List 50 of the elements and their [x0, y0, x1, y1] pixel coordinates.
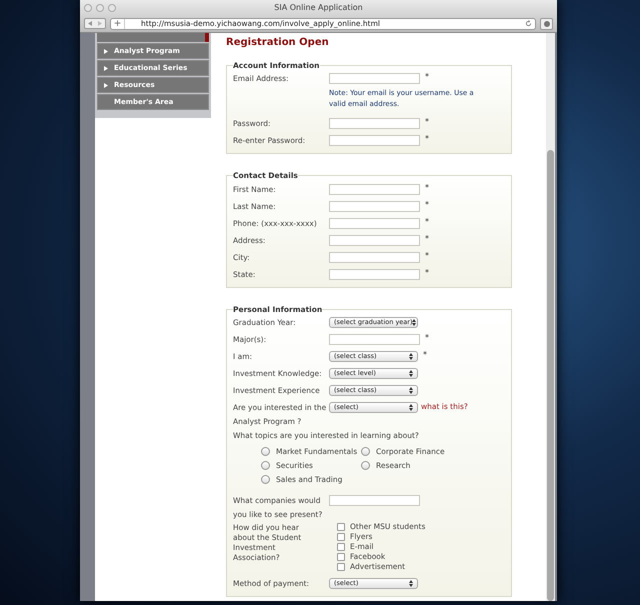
- chevron-icon: [409, 404, 413, 411]
- chevron-icon: [412, 318, 416, 326]
- radio-button[interactable]: [261, 475, 270, 484]
- forward-icon: [98, 21, 102, 26]
- page-heading: Registration Open: [226, 36, 330, 50]
- radio-button[interactable]: [361, 447, 370, 456]
- checkbox[interactable]: [337, 532, 345, 541]
- required-mark: *: [425, 71, 429, 84]
- checkbox[interactable]: [337, 562, 345, 571]
- input-field[interactable]: [329, 184, 420, 194]
- input-field[interactable]: [329, 234, 420, 246]
- input-field[interactable]: [329, 218, 420, 228]
- required-mark: *: [425, 332, 429, 344]
- add-tab-button[interactable]: +: [111, 18, 125, 28]
- reload-icon[interactable]: [525, 20, 532, 27]
- back-icon: [88, 21, 92, 26]
- checkbox[interactable]: [337, 522, 345, 531]
- required-mark: *: [425, 232, 429, 244]
- radio-button[interactable]: [261, 461, 270, 470]
- required-mark: *: [425, 250, 429, 262]
- extension-button[interactable]: [540, 18, 553, 30]
- checkbox[interactable]: [337, 552, 345, 561]
- arrow-icon: [104, 66, 108, 70]
- required-mark: *: [425, 216, 429, 228]
- chevron-icon: [409, 580, 413, 587]
- required-mark: *: [425, 133, 429, 146]
- required-mark: *: [423, 348, 427, 361]
- arrow-icon: [104, 82, 108, 88]
- required-mark: *: [425, 116, 429, 128]
- checkbox[interactable]: [337, 542, 345, 551]
- input-field[interactable]: [329, 334, 420, 345]
- radio-button[interactable]: [361, 461, 370, 470]
- input-field[interactable]: [329, 73, 420, 84]
- input-field[interactable]: [329, 200, 420, 212]
- chevron-icon: [409, 386, 413, 394]
- required-mark: *: [425, 182, 429, 194]
- required-mark: *: [425, 266, 429, 278]
- window-title: SIA Online Application: [273, 2, 364, 14]
- active-marker: [205, 33, 209, 42]
- input-field[interactable]: [329, 118, 420, 130]
- radio-button[interactable]: [261, 447, 270, 456]
- input-field[interactable]: [329, 252, 420, 262]
- required-mark: *: [425, 198, 429, 210]
- input-field[interactable]: [329, 268, 420, 280]
- back-forward-button[interactable]: [84, 18, 106, 29]
- arrow-icon: [104, 48, 108, 54]
- input-field[interactable]: [329, 494, 420, 506]
- chevron-icon: [409, 370, 413, 377]
- chevron-icon: [409, 352, 413, 360]
- input-field[interactable]: [329, 135, 420, 146]
